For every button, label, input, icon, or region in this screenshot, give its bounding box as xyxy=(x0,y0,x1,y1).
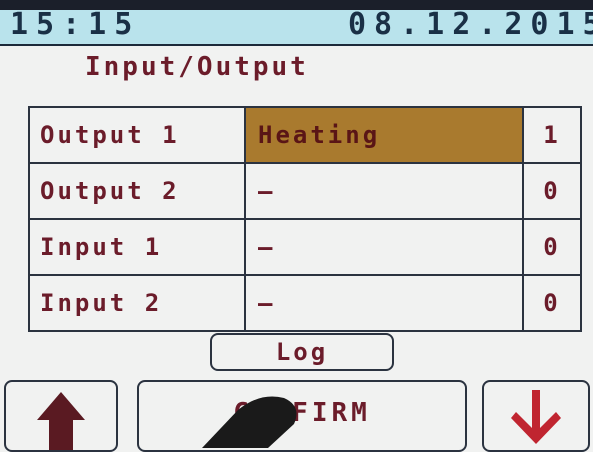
scroll-up-button[interactable] xyxy=(4,380,118,452)
io-name: Input 1 xyxy=(28,218,246,276)
stylus-tip xyxy=(202,396,297,448)
io-function[interactable]: — xyxy=(244,162,524,220)
confirm-label: CONFIRM xyxy=(233,398,371,428)
io-function[interactable]: — xyxy=(244,218,524,276)
io-name: Output 2 xyxy=(28,162,246,220)
io-state: 0 xyxy=(522,162,582,220)
io-function[interactable]: — xyxy=(244,274,524,332)
clock-date: 08.12.2015 xyxy=(348,7,593,42)
io-state: 0 xyxy=(522,218,582,276)
io-name: Input 2 xyxy=(28,274,246,332)
confirm-button[interactable]: CONFIRM xyxy=(137,380,467,452)
status-bar: 15:15 08.12.2015 xyxy=(0,0,593,46)
scroll-down-button[interactable] xyxy=(482,380,590,452)
table-row-input-2[interactable]: Input 2 — 0 xyxy=(28,274,582,332)
clock-time: 15:15 xyxy=(10,7,141,42)
arrow-down-icon xyxy=(511,390,561,444)
io-state: 1 xyxy=(522,106,582,164)
table-row-output-2[interactable]: Output 2 — 0 xyxy=(28,162,582,220)
io-state: 0 xyxy=(522,274,582,332)
page-title: Input/Output xyxy=(85,52,309,82)
table-row-output-1[interactable]: Output 1 Heating 1 xyxy=(28,106,582,164)
table-row-input-1[interactable]: Input 1 — 0 xyxy=(28,218,582,276)
io-name: Output 1 xyxy=(28,106,246,164)
arrow-up-icon xyxy=(37,392,85,450)
log-button[interactable]: Log xyxy=(210,333,394,371)
io-function[interactable]: Heating xyxy=(244,106,524,164)
io-table: Output 1 Heating 1 Output 2 — 0 Input 1 … xyxy=(28,106,582,332)
